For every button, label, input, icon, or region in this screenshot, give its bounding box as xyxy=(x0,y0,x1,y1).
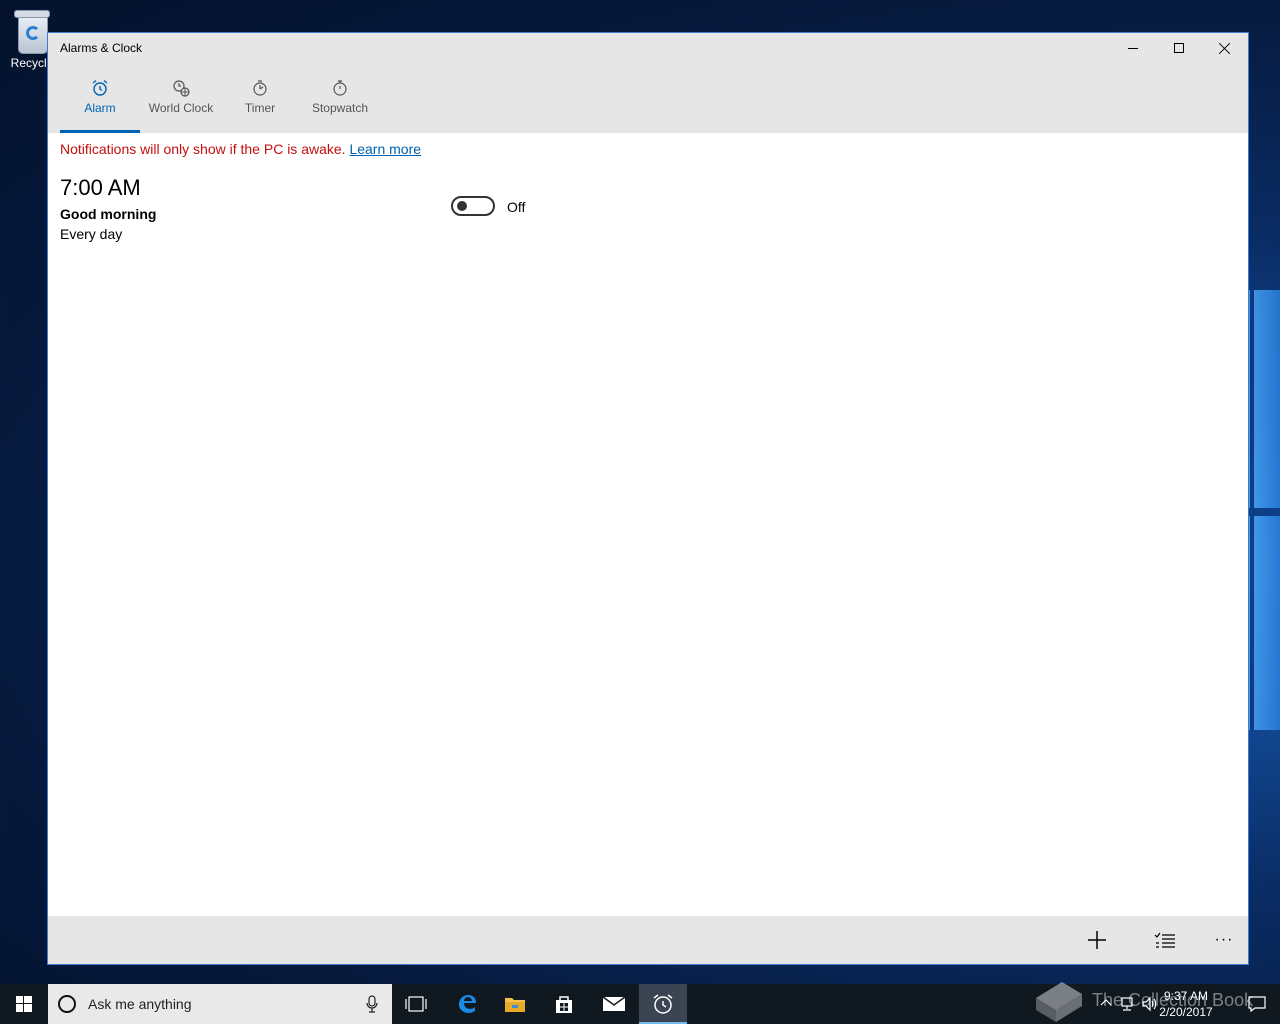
timer-icon xyxy=(253,80,267,96)
taskbar-mail[interactable] xyxy=(590,984,638,1024)
watermark-text: The Collection Book xyxy=(1092,990,1254,1010)
taskbar-file-explorer[interactable] xyxy=(491,984,539,1024)
edge-icon xyxy=(459,995,476,1013)
checklist-icon xyxy=(1154,932,1175,948)
alarm-toggle-switch[interactable] xyxy=(451,196,495,216)
mail-icon xyxy=(602,996,626,1011)
command-bar: ··· xyxy=(48,916,1248,964)
alarm-name: Good morning xyxy=(60,206,157,222)
stopwatch-icon xyxy=(333,80,347,96)
awake-notice: Notifications will only show if the PC i… xyxy=(60,141,421,157)
tab-bar: Alarm World Clock Timer Stopwatch xyxy=(48,65,1248,133)
microphone-icon[interactable] xyxy=(366,995,378,1013)
new-alarm-button[interactable] xyxy=(1079,924,1115,956)
tab-label: Alarm xyxy=(84,101,116,115)
folder-icon xyxy=(505,998,525,1012)
cortana-icon xyxy=(58,995,76,1013)
minimize-button[interactable] xyxy=(1110,33,1156,63)
maximize-icon xyxy=(1174,43,1184,53)
select-alarms-button[interactable] xyxy=(1147,924,1183,956)
task-view-button[interactable] xyxy=(392,984,440,1024)
alarm-repeat: Every day xyxy=(60,226,123,242)
watermark: The Collection Book xyxy=(1028,972,1280,1024)
alarm-toggle-state: Off xyxy=(507,199,526,215)
tab-label: World Clock xyxy=(148,101,214,115)
store-bag-icon xyxy=(556,996,572,1013)
tab-stopwatch[interactable]: Stopwatch xyxy=(306,65,374,133)
recycle-bin-icon xyxy=(14,10,50,54)
taskbar-alarms-clock[interactable] xyxy=(639,984,687,1024)
tab-world-clock[interactable]: World Clock xyxy=(144,65,218,133)
taskbar-store[interactable] xyxy=(540,984,588,1024)
cortana-search-box[interactable]: Ask me anything xyxy=(48,984,392,1024)
windows-logo-wallpaper xyxy=(1246,290,1280,730)
search-placeholder: Ask me anything xyxy=(88,996,192,1012)
title-bar[interactable]: Alarms & Clock xyxy=(48,33,1248,65)
learn-more-link[interactable]: Learn more xyxy=(349,141,421,157)
windows-start-icon xyxy=(16,996,32,1012)
alarm-clock-icon xyxy=(92,79,108,96)
task-view-icon xyxy=(405,996,427,1012)
more-options-button[interactable]: ··· xyxy=(1206,924,1242,956)
tab-label: Timer xyxy=(244,101,276,115)
toggle-knob xyxy=(457,201,467,211)
close-icon xyxy=(1219,42,1231,54)
alarms-clock-window: Alarms & Clock Alarm World Clock Timer S… xyxy=(47,32,1249,965)
notice-text: Notifications will only show if the PC i… xyxy=(60,141,346,157)
taskbar-edge[interactable] xyxy=(443,984,491,1024)
plus-icon xyxy=(1088,931,1106,949)
close-button[interactable] xyxy=(1202,33,1248,63)
world-clock-icon xyxy=(173,80,190,97)
minimize-icon xyxy=(1128,47,1138,49)
book-icon xyxy=(1036,982,1082,1022)
tab-label: Stopwatch xyxy=(311,101,369,115)
tab-alarm[interactable]: Alarm xyxy=(60,65,140,133)
maximize-button[interactable] xyxy=(1156,33,1202,63)
window-title: Alarms & Clock xyxy=(60,41,143,55)
alarm-time[interactable]: 7:00 AM xyxy=(60,175,141,201)
alarm-clock-icon xyxy=(653,994,673,1014)
tab-timer[interactable]: Timer xyxy=(238,65,282,133)
start-button[interactable] xyxy=(0,984,48,1024)
